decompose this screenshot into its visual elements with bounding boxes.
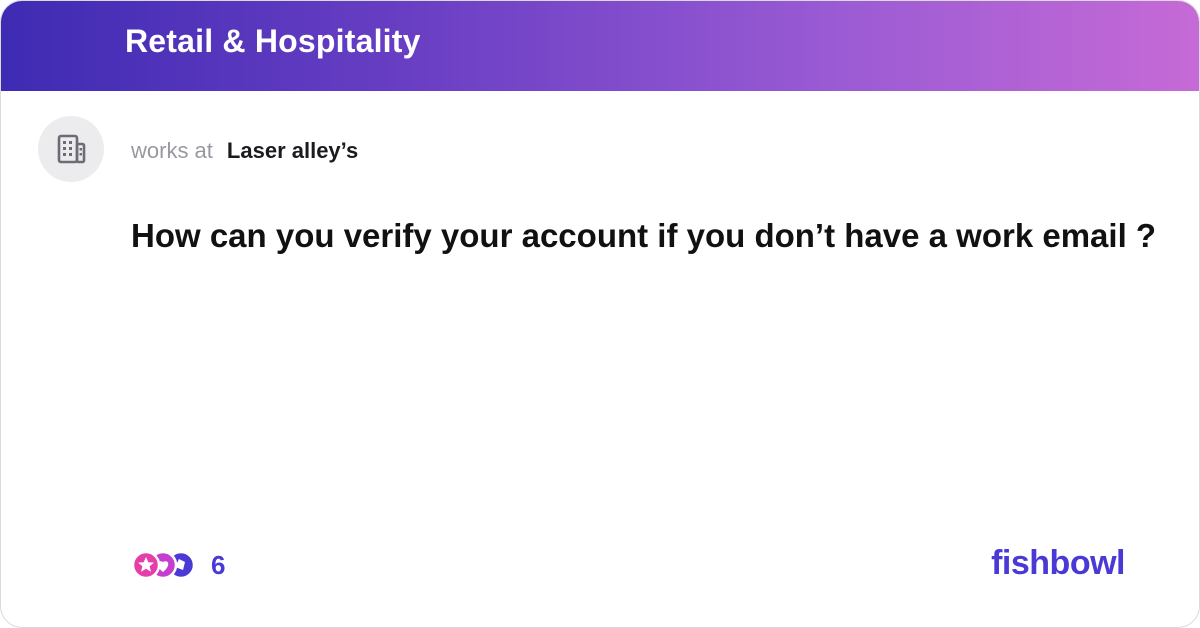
author-meta: works at Laser alley’s: [131, 138, 358, 164]
post-card[interactable]: Retail & Hospitality works at Laser alle…: [0, 0, 1200, 628]
star-reaction-icon: [131, 550, 161, 580]
reaction-count: 6: [211, 549, 226, 580]
company-name[interactable]: Laser alley’s: [227, 138, 358, 164]
building-icon: [57, 134, 86, 164]
fishbowl-logo[interactable]: fishbowl: [991, 544, 1125, 583]
reaction-icons: [131, 550, 196, 580]
bowl-title[interactable]: Retail & Hospitality: [125, 23, 421, 60]
reactions-summary[interactable]: 6: [131, 549, 225, 581]
company-avatar[interactable]: [38, 116, 104, 182]
post-question[interactable]: How can you verify your account if you d…: [131, 215, 1171, 257]
bowl-header: Retail & Hospitality: [1, 1, 1199, 91]
works-at-label: works at: [131, 138, 213, 163]
